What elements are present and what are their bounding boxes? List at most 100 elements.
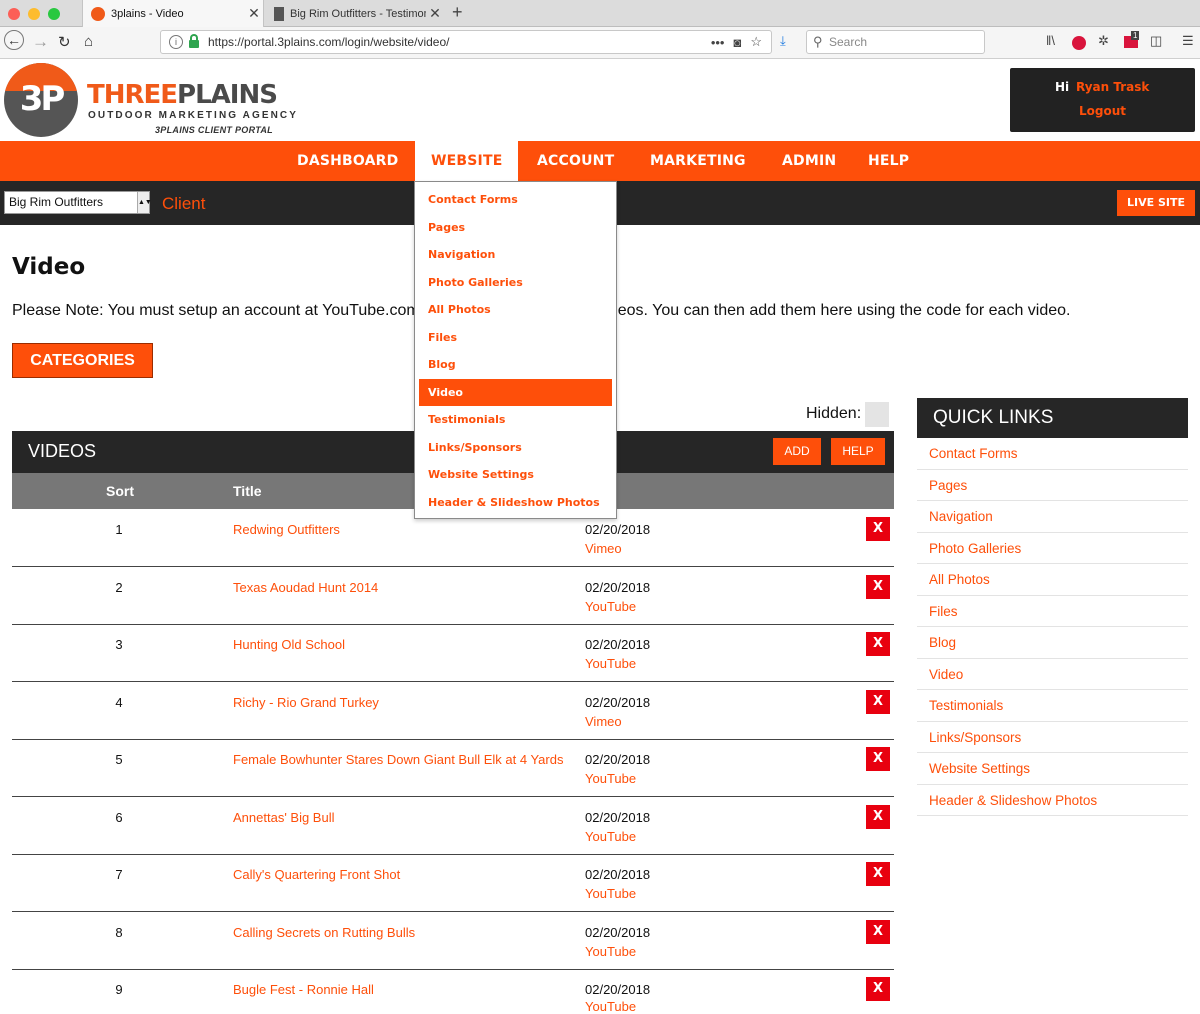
column-title[interactable]: Title bbox=[233, 483, 262, 499]
download-icon[interactable]: ⤓ bbox=[780, 33, 786, 49]
forward-arrow-icon[interactable]: → bbox=[32, 32, 49, 52]
menu-icon[interactable]: ☰ bbox=[1182, 33, 1194, 49]
quick-link-testimonials[interactable]: Testimonials bbox=[917, 690, 1188, 722]
nav-marketing[interactable]: MARKETING bbox=[650, 141, 746, 181]
client-select-value: Big Rim Outfitters bbox=[9, 195, 104, 209]
nav-account[interactable]: ACCOUNT bbox=[537, 141, 614, 181]
menu-item-website-settings[interactable]: Website Settings bbox=[419, 461, 612, 488]
menu-item-pages[interactable]: Pages bbox=[419, 214, 612, 241]
maximize-window-button[interactable] bbox=[48, 8, 60, 20]
close-tab-icon[interactable]: ✕ bbox=[426, 5, 444, 22]
video-source[interactable]: YouTube bbox=[585, 886, 636, 901]
new-tab-icon[interactable]: + bbox=[452, 2, 463, 23]
menu-item-contact-forms[interactable]: Contact Forms bbox=[419, 186, 612, 213]
bookmark-star-icon[interactable]: ☆ bbox=[750, 34, 762, 50]
sidebar-toggle-icon[interactable]: ◫ bbox=[1150, 33, 1162, 49]
user-name[interactable]: Ryan Trask bbox=[1076, 80, 1149, 94]
quick-link-links-sponsors[interactable]: Links/Sponsors bbox=[917, 722, 1188, 753]
menu-item-links-sponsors[interactable]: Links/Sponsors bbox=[419, 434, 612, 461]
help-button[interactable]: HELP bbox=[831, 438, 885, 465]
column-sort[interactable]: Sort bbox=[106, 483, 134, 499]
quick-link-files[interactable]: Files bbox=[917, 596, 1188, 627]
menu-item-all-photos[interactable]: All Photos bbox=[419, 296, 612, 323]
nav-help[interactable]: HELP bbox=[868, 141, 909, 181]
quick-link-header-slideshow[interactable]: Header & Slideshow Photos bbox=[917, 785, 1188, 816]
delete-video-button[interactable]: X bbox=[866, 689, 890, 714]
categories-button[interactable]: CATEGORIES bbox=[12, 343, 153, 378]
brand-name: THREEPLAINS bbox=[87, 80, 278, 110]
video-source[interactable]: YouTube bbox=[585, 771, 636, 786]
delete-video-button[interactable]: X bbox=[866, 862, 890, 886]
browser-tab-active[interactable]: 3plains - Video ✕ bbox=[82, 0, 264, 27]
quick-link-website-settings[interactable]: Website Settings bbox=[917, 753, 1188, 785]
client-select[interactable]: Big Rim Outfitters ▲▼ bbox=[4, 191, 152, 214]
tab-title: 3plains - Video bbox=[111, 7, 184, 20]
user-box: Hi Ryan Trask Logout bbox=[1010, 68, 1195, 132]
delete-video-button[interactable]: X bbox=[866, 747, 890, 771]
extension-gear-icon[interactable]: ✲ bbox=[1098, 33, 1109, 49]
video-title-link[interactable]: Annettas' Big Bull bbox=[233, 810, 335, 825]
browser-toolbar: ← → ↻ ⌂ i https://portal.3plains.com/log… bbox=[0, 27, 1200, 59]
home-icon[interactable]: ⌂ bbox=[84, 33, 93, 50]
video-source[interactable]: Vimeo bbox=[585, 541, 622, 556]
video-title-link[interactable]: Cally's Quartering Front Shot bbox=[233, 867, 400, 882]
info-icon[interactable]: i bbox=[169, 35, 183, 49]
logout-link[interactable]: Logout bbox=[1010, 104, 1195, 118]
close-window-button[interactable] bbox=[8, 8, 20, 20]
video-title-link[interactable]: Calling Secrets on Rutting Bulls bbox=[233, 925, 415, 940]
delete-video-button[interactable]: X bbox=[866, 517, 890, 541]
pocket-icon[interactable]: ◙ bbox=[733, 35, 741, 50]
delete-video-button[interactable]: X bbox=[866, 804, 890, 829]
nav-website[interactable]: WEBSITE bbox=[415, 141, 519, 181]
back-arrow-icon[interactable]: ← bbox=[4, 30, 24, 50]
table-row: 2 Texas Aoudad Hunt 2014 02/20/2018 YouT… bbox=[12, 568, 894, 625]
url-bar[interactable]: i https://portal.3plains.com/login/websi… bbox=[160, 30, 772, 54]
page-actions-icon[interactable]: ••• bbox=[711, 35, 725, 50]
video-sort: 4 bbox=[115, 694, 123, 710]
video-source[interactable]: YouTube bbox=[585, 944, 636, 959]
brand-part-three: THREE bbox=[87, 80, 178, 110]
pocket-extension-icon[interactable] bbox=[1072, 36, 1086, 50]
menu-item-photo-galleries[interactable]: Photo Galleries bbox=[419, 269, 612, 296]
hidden-toggle[interactable] bbox=[865, 402, 889, 427]
quick-link-all-photos[interactable]: All Photos bbox=[917, 564, 1188, 596]
video-source[interactable]: YouTube bbox=[585, 829, 636, 844]
url-text[interactable]: https://portal.3plains.com/login/website… bbox=[208, 35, 711, 49]
quick-link-video[interactable]: Video bbox=[917, 659, 1188, 690]
delete-video-button[interactable]: X bbox=[866, 574, 890, 599]
quick-link-photo-galleries[interactable]: Photo Galleries bbox=[917, 533, 1188, 564]
quick-link-contact-forms[interactable]: Contact Forms bbox=[917, 438, 1188, 470]
video-source[interactable]: YouTube bbox=[585, 599, 636, 614]
browser-search-input[interactable]: ⚲ Search bbox=[806, 30, 985, 54]
menu-item-header-slideshow-photos[interactable]: Header & Slideshow Photos bbox=[419, 489, 612, 516]
search-placeholder: Search bbox=[829, 35, 868, 49]
menu-item-blog[interactable]: Blog bbox=[419, 351, 612, 378]
reload-icon[interactable]: ↻ bbox=[58, 33, 71, 51]
browser-tab-inactive[interactable]: Big Rim Outfitters - Testimonials ✕ bbox=[266, 0, 444, 27]
library-icon[interactable]: ‖\ bbox=[1046, 33, 1055, 48]
video-title-link[interactable]: Richy - Rio Grand Turkey bbox=[233, 695, 379, 710]
menu-item-files[interactable]: Files bbox=[419, 324, 612, 351]
nav-dashboard[interactable]: DASHBOARD bbox=[297, 141, 399, 181]
menu-item-video[interactable]: Video bbox=[419, 378, 612, 406]
video-title-link[interactable]: Bugle Fest - Ronnie Hall bbox=[233, 982, 374, 997]
close-tab-icon[interactable]: ✕ bbox=[245, 5, 263, 22]
video-source[interactable]: YouTube bbox=[585, 656, 636, 671]
add-video-button[interactable]: ADD bbox=[773, 438, 821, 465]
menu-item-testimonials[interactable]: Testimonials bbox=[419, 406, 612, 433]
video-title-link[interactable]: Texas Aoudad Hunt 2014 bbox=[233, 580, 378, 595]
nav-admin[interactable]: ADMIN bbox=[782, 141, 836, 181]
delete-video-button[interactable]: X bbox=[866, 632, 890, 656]
video-source[interactable]: Vimeo bbox=[585, 714, 622, 729]
minimize-window-button[interactable] bbox=[28, 8, 40, 20]
video-title-link[interactable]: Redwing Outfitters bbox=[233, 522, 340, 537]
quick-link-navigation[interactable]: Navigation bbox=[917, 501, 1188, 533]
delete-video-button[interactable]: X bbox=[866, 977, 890, 1001]
video-title-link[interactable]: Hunting Old School bbox=[233, 637, 345, 652]
delete-video-button[interactable]: X bbox=[866, 919, 890, 944]
quick-link-blog[interactable]: Blog bbox=[917, 627, 1188, 659]
video-title-link[interactable]: Female Bowhunter Stares Down Giant Bull … bbox=[233, 752, 563, 767]
live-site-button[interactable]: LIVE SITE bbox=[1117, 190, 1195, 216]
quick-link-pages[interactable]: Pages bbox=[917, 470, 1188, 501]
menu-item-navigation[interactable]: Navigation bbox=[419, 241, 612, 268]
